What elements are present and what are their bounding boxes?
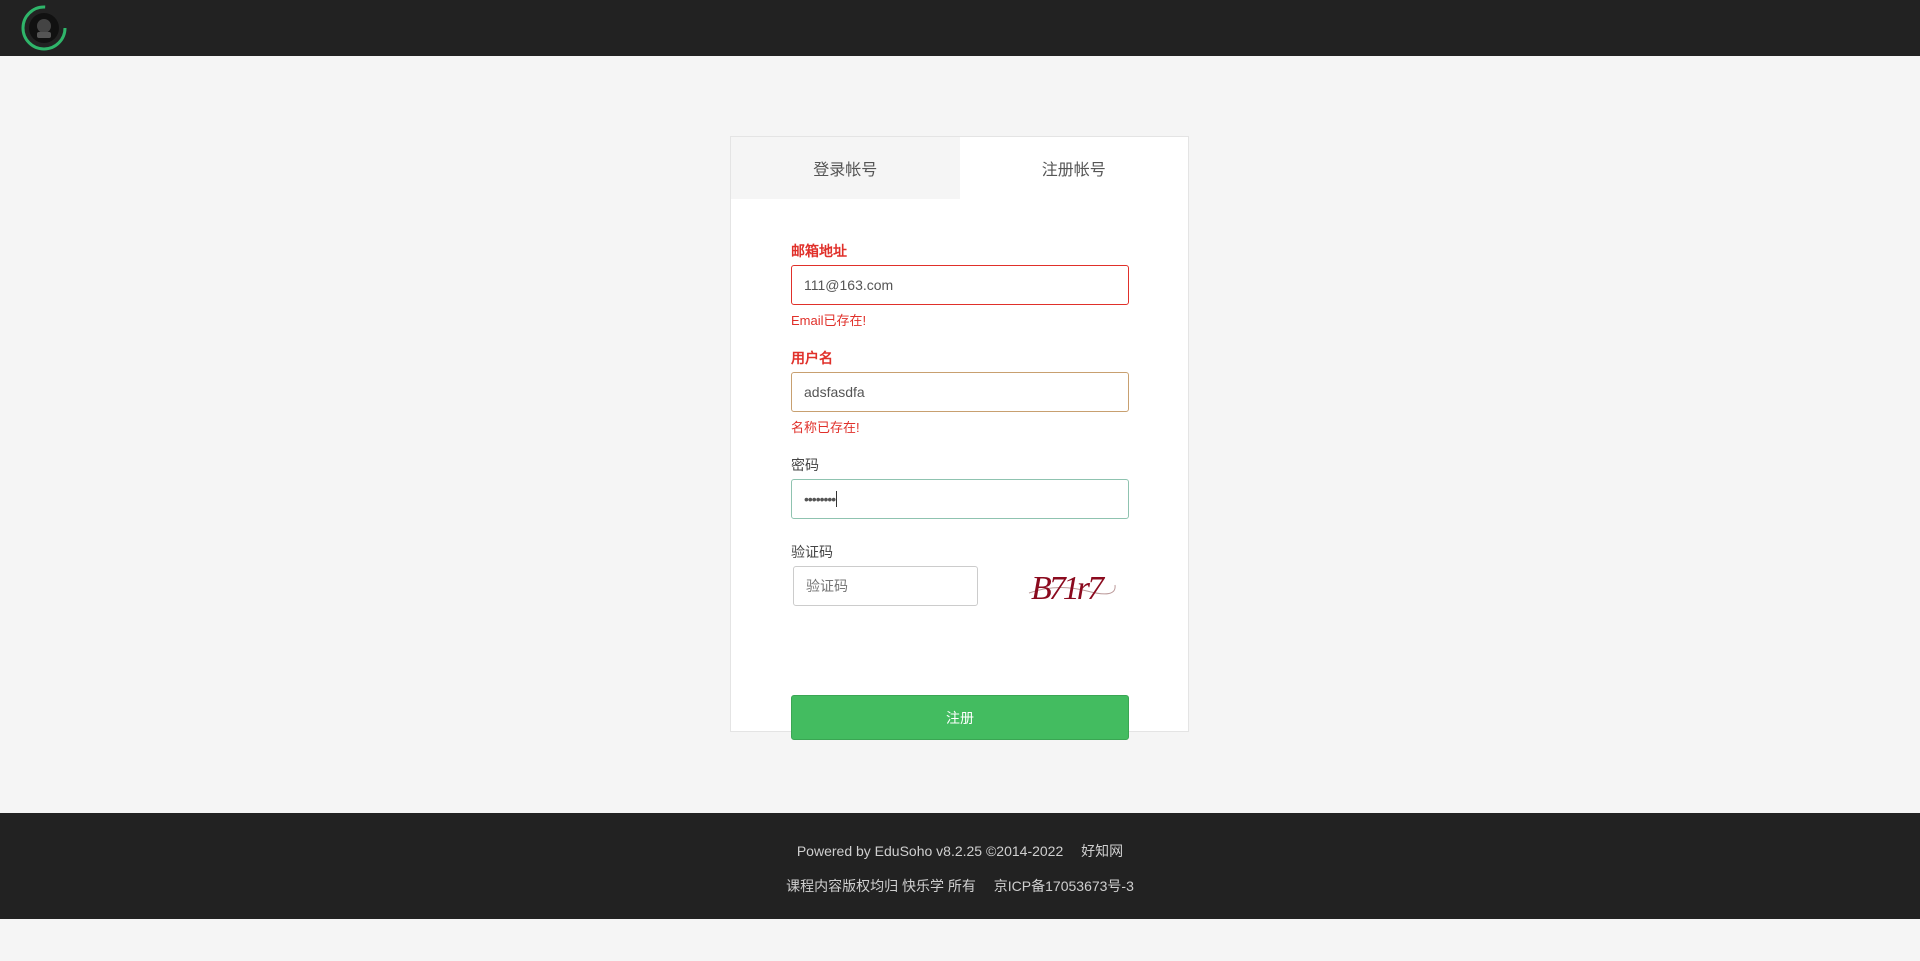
captcha-input[interactable] bbox=[793, 566, 978, 606]
email-error: Email已存在! bbox=[791, 313, 867, 328]
email-label: 邮箱地址 bbox=[791, 243, 847, 259]
email-field[interactable]: 111@163.com bbox=[791, 265, 1129, 305]
auth-card: 登录帐号 注册帐号 邮箱地址 111@163.com Email已存在! 用户名… bbox=[730, 136, 1189, 740]
username-label: 用户名 bbox=[791, 350, 833, 366]
captcha-text: B71r7 bbox=[1031, 570, 1106, 607]
captcha-label: 验证码 bbox=[791, 544, 833, 560]
auth-tabs: 登录帐号 注册帐号 bbox=[731, 137, 1188, 199]
top-navbar bbox=[0, 0, 1920, 56]
register-button[interactable]: 注册 bbox=[791, 695, 1129, 740]
footer: Powered by EduSoho v8.2.25 ©2014-2022 好知… bbox=[0, 813, 1920, 919]
password-value: •••••••• bbox=[804, 491, 836, 507]
site-link[interactable]: 好知网 bbox=[1081, 843, 1123, 859]
footer-line-2: 课程内容版权均归 快乐学 所有 京ICP备17053673号-3 bbox=[0, 876, 1920, 896]
password-label: 密码 bbox=[791, 457, 819, 473]
copyright-text: ©2014-2022 bbox=[985, 843, 1064, 859]
password-field[interactable]: •••••••• bbox=[791, 479, 1129, 519]
powered-text: Powered by bbox=[796, 843, 871, 859]
icp-link[interactable]: 京ICP备17053673号-3 bbox=[994, 878, 1134, 894]
email-value: 111@163.com bbox=[804, 277, 894, 293]
edusoho-link[interactable]: EduSoho v8.2.25 bbox=[875, 843, 982, 859]
rights-text: 课程内容版权均归 快乐学 所有 bbox=[786, 878, 976, 894]
username-value: adsfasdfa bbox=[804, 384, 865, 400]
tab-login[interactable]: 登录帐号 bbox=[731, 137, 960, 199]
text-caret bbox=[836, 491, 838, 507]
footer-line-1: Powered by EduSoho v8.2.25 ©2014-2022 好知… bbox=[0, 841, 1920, 861]
site-logo-icon[interactable] bbox=[20, 4, 68, 52]
username-error: 名称已存在! bbox=[791, 420, 860, 435]
captcha-image[interactable]: B71r7 bbox=[1027, 561, 1117, 611]
username-field[interactable]: adsfasdfa bbox=[791, 372, 1129, 412]
tab-register[interactable]: 注册帐号 bbox=[959, 137, 1188, 199]
